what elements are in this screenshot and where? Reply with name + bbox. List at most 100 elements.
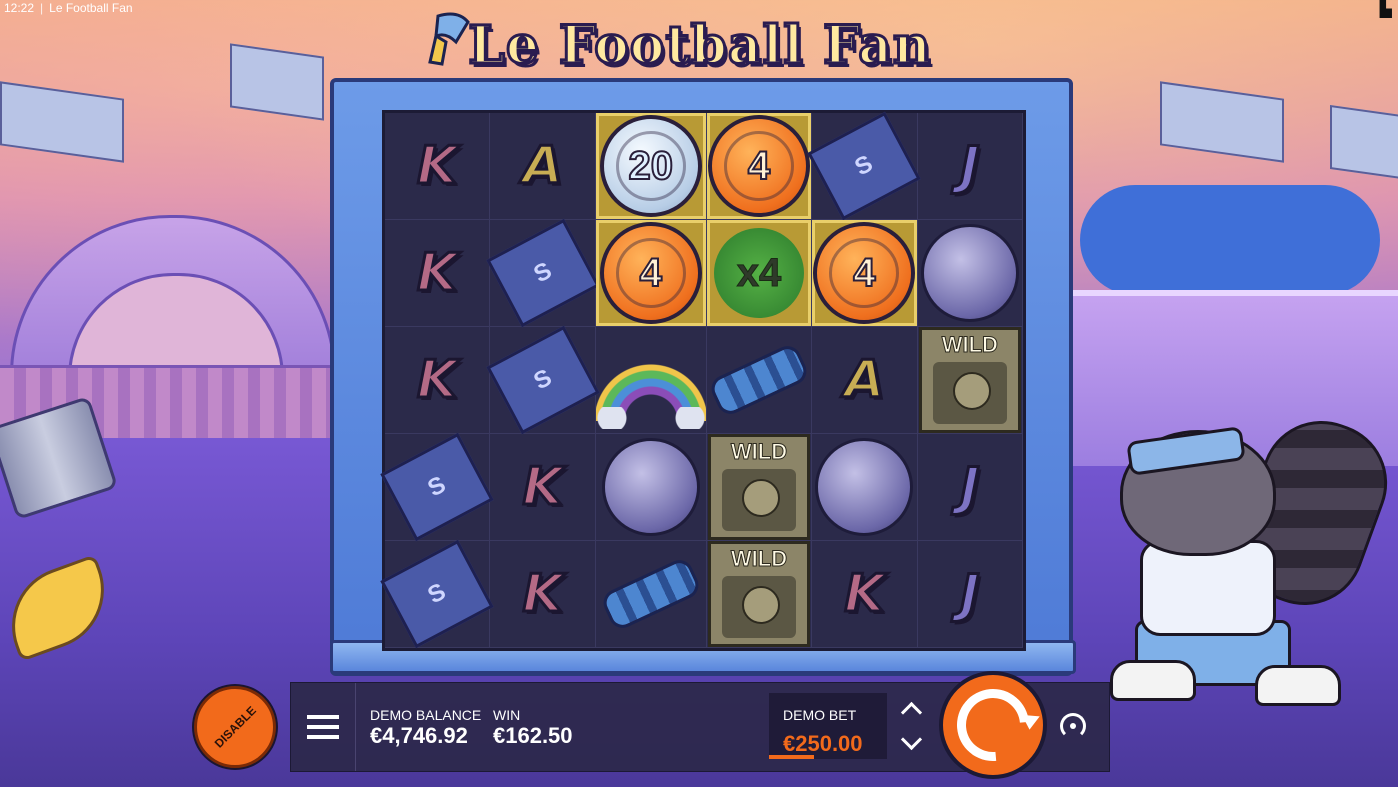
reel-cell: K [490, 541, 596, 648]
reel-grid: K A 20 4 S J K S 4 x4 4 K S A WILD S K WILD J S K WILD K J [380, 110, 1026, 651]
spin-button[interactable] [939, 671, 1047, 779]
reel-cell: S [380, 539, 494, 649]
ticket-symbol: S [807, 111, 922, 221]
reel-cell: K [385, 327, 491, 434]
wild-poster-symbol: WILD [707, 434, 810, 540]
bet-increase-button[interactable] [891, 693, 931, 726]
reel-cell: J [917, 113, 1023, 220]
raccoon-portrait [721, 469, 796, 531]
coin-symbol: 4 [707, 115, 810, 217]
rainbow-symbol [589, 339, 712, 429]
reel-cell [706, 327, 813, 434]
wild-label: WILD [730, 546, 788, 572]
wild-label: WILD [730, 439, 788, 465]
win-value: €162.50 [493, 723, 573, 748]
chevron-down-icon [900, 728, 922, 751]
symbol-letter-j: J [959, 563, 981, 626]
reel-cell: A [490, 113, 596, 220]
menu-button[interactable] [291, 683, 356, 771]
symbol-letter-k: K [416, 349, 459, 412]
football-symbol [601, 438, 700, 536]
autoplay-button[interactable] [1056, 709, 1090, 743]
reel-cell [595, 541, 707, 648]
symbol-letter-k: K [521, 456, 564, 519]
reel-cell: 20 [595, 113, 707, 220]
reel-cell: S [485, 325, 600, 435]
symbol-letter-k: K [416, 242, 459, 305]
control-bar: DEMO BALANCE €4,746.92 WIN €162.50 DEMO … [290, 671, 1110, 779]
chevron-up-icon [900, 701, 922, 724]
bet-level-indicator [769, 755, 814, 759]
window-title: Le Football Fan [49, 1, 133, 15]
autoplay-icon [1060, 713, 1086, 739]
status-bar: 12:22 | Le Football Fan [4, 1, 133, 15]
symbol-letter-k: K [843, 563, 886, 626]
coin-symbol: 4 [599, 222, 702, 324]
symbol-letter-a: A [521, 135, 564, 198]
reel-cell: J [917, 541, 1023, 648]
bet-label: DEMO BET [783, 707, 857, 723]
disable-button[interactable]: DISABLE [194, 686, 276, 768]
reel-cell [589, 327, 712, 434]
football-symbol [920, 224, 1019, 322]
app-logo-icon: ▙ [1380, 1, 1392, 18]
reel-cell: A [812, 327, 918, 434]
ticket-symbol: S [380, 432, 494, 542]
bet-decrease-button[interactable] [891, 726, 931, 759]
coin-value: 4 [829, 238, 900, 308]
reel-cell: K [385, 220, 491, 327]
scarf-symbol [707, 341, 811, 419]
ticket-symbol: S [485, 325, 600, 435]
bet-value: €250.00 [783, 731, 863, 756]
reel-cell: WILD [706, 434, 813, 541]
coin-symbol: 4 [813, 222, 916, 324]
bunting-flag [1330, 104, 1398, 180]
symbol-letter-a: A [843, 349, 886, 412]
raccoon-portrait [932, 362, 1007, 424]
reel-cell: K [385, 113, 491, 220]
symbol-letter-k: K [521, 563, 564, 626]
reel-cell: S [380, 432, 494, 542]
reel-cell: K [490, 434, 596, 541]
bet-stepper[interactable] [891, 693, 931, 759]
win-label: WIN [493, 707, 521, 723]
reel-cell: 4 [706, 113, 813, 220]
bush-illustration [1080, 185, 1380, 295]
ticket-symbol: S [380, 539, 494, 649]
coin-symbol: 20 [599, 115, 702, 217]
coin-value: 4 [723, 131, 794, 201]
wild-label: WILD [941, 332, 998, 358]
coin-value: 20 [615, 131, 686, 201]
symbol-letter-j: J [959, 135, 981, 198]
hamburger-icon [307, 715, 339, 739]
scarf-icon [428, 12, 470, 66]
bet-display: DEMO BET €250.00 [769, 693, 887, 759]
symbol-letter-j: J [959, 456, 981, 519]
balance-value: €4,746.92 [370, 723, 468, 748]
balance-label: DEMO BALANCE [370, 707, 482, 723]
reel-cell: 4 [812, 220, 918, 327]
reel-cell [595, 434, 707, 541]
reel-cell: WILD [706, 541, 813, 648]
reel-cell: WILD [917, 327, 1023, 434]
ticket-symbol: S [485, 218, 600, 328]
spin-icon [942, 674, 1044, 776]
reel-cell: K [812, 541, 918, 648]
reel-cell [812, 434, 918, 541]
disable-label: DISABLE [211, 703, 259, 751]
wild-poster-symbol: WILD [918, 327, 1021, 433]
reel-cell [917, 220, 1023, 327]
status-separator: | [40, 1, 44, 15]
scarf-symbol [598, 555, 703, 633]
bunting-flag [230, 43, 324, 121]
clock-text: 12:22 [4, 1, 35, 15]
football-symbol [815, 438, 914, 536]
clover-multiplier-symbol: x4 [713, 228, 804, 318]
reel-cell: S [807, 111, 922, 221]
coin-value: 4 [615, 238, 686, 308]
reel-cell: x4 [706, 220, 813, 327]
game-logo: Le Football Fan [428, 10, 960, 80]
reel-cell: 4 [595, 220, 707, 327]
reel-cell: S [485, 218, 600, 328]
raccoon-portrait [721, 576, 796, 638]
